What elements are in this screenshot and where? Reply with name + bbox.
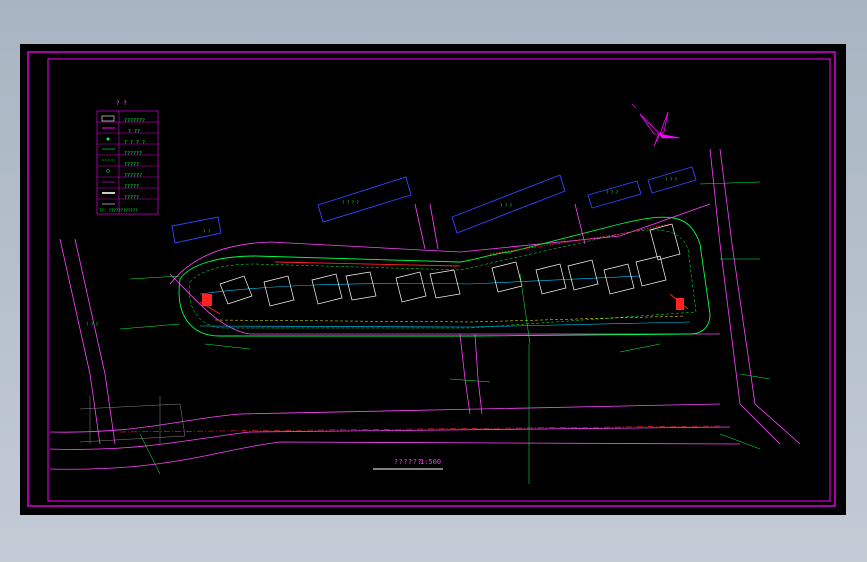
- building-label-4: ? ? ?: [606, 190, 619, 195]
- existing-buildings: [171, 166, 697, 244]
- building-label-2: ? ? ? ?: [342, 200, 359, 205]
- legend-label-6: ??????: [124, 173, 143, 179]
- title-underline: [373, 468, 443, 470]
- legend-label-8: ?????: [124, 195, 140, 201]
- red-features: [119, 223, 721, 433]
- drawing-scale: 1:500: [420, 458, 442, 466]
- legend-label-2: ? ??: [128, 129, 141, 135]
- building-label-1: ? ?: [203, 229, 211, 234]
- legend-label-1: ???????: [124, 118, 146, 124]
- residential-blocks: [219, 223, 681, 307]
- legend-heading: ? ?: [116, 100, 127, 107]
- inner-frame: [47, 58, 831, 502]
- annotations: [119, 181, 771, 484]
- legend-label-7: ?????: [124, 184, 140, 190]
- legend-label-5: ?????: [124, 162, 140, 168]
- legend-label-4: ??????: [124, 151, 143, 157]
- road-markings: [79, 396, 186, 444]
- north-arrow-icon: [631, 103, 681, 147]
- building-label-3: ? ? ?: [500, 203, 513, 208]
- building-label-6: ? ? ?: [86, 322, 99, 327]
- building-label-5: ? ? ?: [665, 177, 678, 182]
- cad-viewport[interactable]: ? ? ??????? ? ?? ? ? ? ? ?????? ????? ??…: [20, 44, 846, 515]
- legend-note: ??: ????????????: [99, 208, 138, 213]
- legend-label-3: ? ? ? ?: [124, 140, 146, 146]
- site-plan-drawing: [27, 51, 836, 507]
- setback-lines: [214, 315, 686, 323]
- water-features: [199, 275, 691, 328]
